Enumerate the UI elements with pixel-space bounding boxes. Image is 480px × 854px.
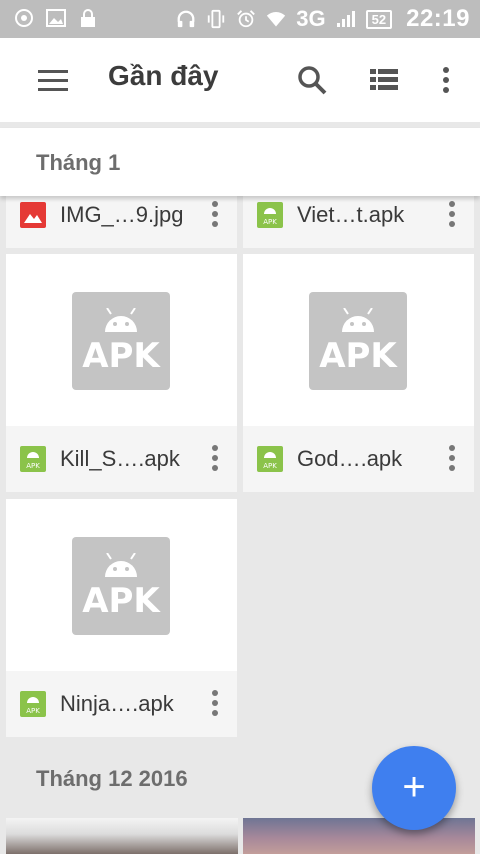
apk-label: APK bbox=[319, 336, 397, 376]
apk-file-icon: APK bbox=[257, 202, 283, 228]
file-name: Ninja….apk bbox=[60, 691, 174, 716]
file-card-footer: APK Ninja….apk bbox=[6, 671, 237, 737]
file-name: Kill_S….apk bbox=[60, 446, 180, 471]
apk-placeholder: APK bbox=[72, 292, 170, 390]
file-card[interactable]: APK APK Kill_S….apk bbox=[6, 254, 237, 492]
photo-thumbnail[interactable] bbox=[6, 818, 238, 854]
menu-icon[interactable] bbox=[36, 66, 70, 94]
battery-level: 52 bbox=[365, 9, 393, 29]
vibrate-icon bbox=[206, 8, 226, 30]
clock: 22:19 bbox=[406, 5, 470, 32]
file-name: IMG_…9.jpg bbox=[60, 202, 184, 227]
apk-placeholder: APK bbox=[309, 292, 407, 390]
apk-placeholder: APK bbox=[72, 537, 170, 635]
more-options-icon[interactable] bbox=[211, 200, 219, 228]
browser-icon bbox=[14, 7, 34, 29]
overflow-menu-icon[interactable] bbox=[428, 62, 464, 98]
wifi-icon bbox=[266, 8, 286, 30]
app-bar: Gần đây bbox=[0, 38, 480, 122]
more-options-icon[interactable] bbox=[448, 200, 456, 228]
apk-file-icon: APK bbox=[257, 446, 283, 472]
signal-icon bbox=[336, 8, 356, 30]
more-options-icon[interactable] bbox=[211, 689, 219, 717]
apk-file-icon: APK bbox=[20, 446, 46, 472]
search-icon[interactable] bbox=[294, 62, 330, 98]
list-view-icon[interactable] bbox=[366, 62, 402, 98]
svg-text:APK: APK bbox=[263, 462, 277, 470]
svg-text:APK: APK bbox=[26, 707, 40, 715]
add-button[interactable]: + bbox=[372, 746, 456, 830]
apk-label: APK bbox=[82, 336, 160, 376]
page-title: Gần đây bbox=[108, 60, 219, 91]
file-thumbnail: APK bbox=[6, 499, 237, 671]
alarm-icon bbox=[236, 8, 256, 30]
network-type: 3G bbox=[296, 6, 326, 31]
apk-file-icon: APK bbox=[20, 691, 46, 717]
headset-icon bbox=[176, 8, 196, 30]
svg-text:APK: APK bbox=[26, 462, 40, 470]
file-card[interactable]: APK APK God….apk bbox=[243, 254, 474, 492]
file-thumbnail: APK bbox=[6, 254, 237, 426]
more-options-icon[interactable] bbox=[448, 444, 456, 472]
file-name: God….apk bbox=[297, 446, 403, 471]
image-file-icon bbox=[20, 202, 46, 228]
section-header: Tháng 1 bbox=[0, 128, 480, 196]
apk-label: APK bbox=[82, 581, 160, 621]
section-label: Tháng 1 bbox=[36, 150, 121, 175]
svg-text:APK: APK bbox=[263, 218, 277, 226]
section-label: Tháng 12 2016 bbox=[36, 766, 188, 791]
file-card[interactable]: APK APK Ninja….apk bbox=[6, 499, 237, 737]
status-bar: 3G 52 22:19 bbox=[0, 0, 480, 38]
lock-icon bbox=[78, 7, 98, 29]
file-thumbnail: APK bbox=[243, 254, 474, 426]
more-options-icon[interactable] bbox=[211, 444, 219, 472]
file-card-footer: APK Kill_S….apk bbox=[6, 426, 237, 492]
file-name: Viet…t.apk bbox=[297, 202, 405, 227]
gallery-icon bbox=[46, 7, 66, 29]
file-card-footer: APK God….apk bbox=[243, 426, 474, 492]
photo-thumbnail[interactable] bbox=[243, 818, 475, 854]
